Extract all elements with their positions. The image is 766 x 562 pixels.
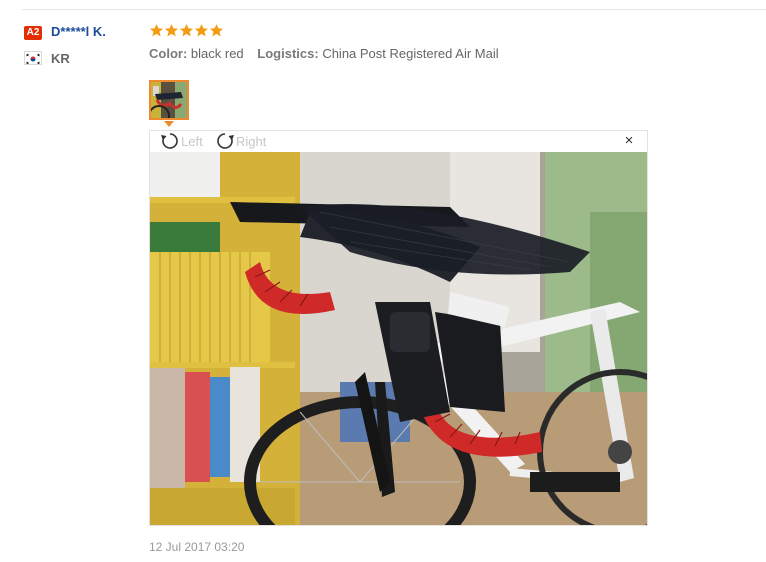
close-viewer-button[interactable]: ×: [622, 133, 636, 148]
top-divider: [22, 9, 766, 10]
review-photo: [150, 152, 647, 525]
logistics-key: Logistics:: [257, 46, 319, 61]
star-icon: [179, 24, 194, 37]
rotate-right-button[interactable]: Right: [215, 132, 266, 150]
rotate-left-button[interactable]: Left: [160, 132, 203, 150]
rotate-left-icon: [161, 133, 178, 149]
star-icon: [194, 24, 209, 37]
reviewer-name: D*****l K.: [51, 24, 106, 39]
photo-viewer: Left Right ×: [149, 130, 648, 526]
review-photo-thumbnail[interactable]: [149, 80, 189, 120]
color-value: black red: [190, 46, 244, 61]
order-info: Color: black red Logistics: China Post R…: [149, 46, 499, 62]
korea-flag-icon: [24, 51, 42, 65]
rotate-right-icon: [217, 133, 234, 149]
star-icon: [149, 24, 164, 37]
rotate-right-label: Right: [236, 133, 267, 149]
star-icon: [164, 24, 179, 37]
review-date: 12 Jul 2017 03:20: [149, 540, 245, 554]
logistics-value: China Post Registered Air Mail: [322, 46, 499, 61]
rotate-left-label: Left: [181, 133, 203, 149]
star-rating: [149, 23, 224, 38]
buyer-level-badge: A2: [24, 26, 42, 40]
review-photo-image: [150, 152, 647, 525]
star-icon: [209, 24, 224, 37]
reviewer-country: KR: [51, 51, 70, 66]
thumbnail-pointer: [164, 121, 174, 127]
color-key: Color:: [149, 46, 188, 61]
viewer-toolbar: Left Right ×: [150, 131, 647, 152]
